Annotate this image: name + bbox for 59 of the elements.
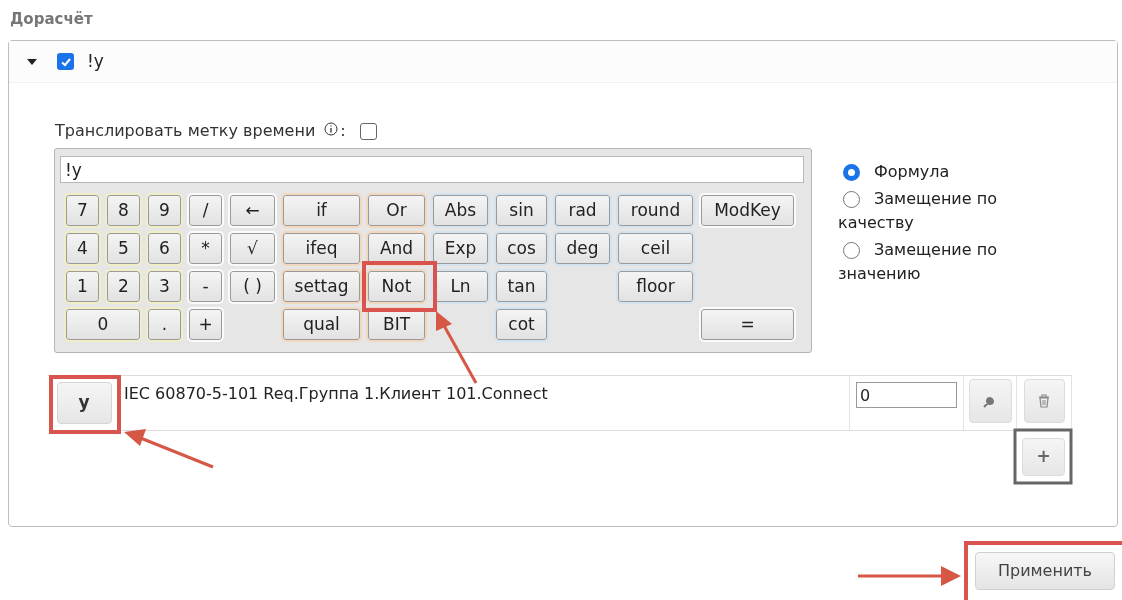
- checkbox[interactable]: [359, 122, 377, 140]
- value-field[interactable]: 0: [856, 382, 957, 408]
- key-button[interactable]: 7: [66, 195, 99, 226]
- key-button[interactable]: floor: [618, 271, 693, 302]
- variable-button[interactable]: y: [56, 382, 112, 424]
- key-button[interactable]: ifeq: [283, 233, 360, 264]
- key-button[interactable]: qual: [283, 309, 360, 340]
- radio-option[interactable]: Замещение по значению: [838, 238, 1038, 286]
- key-button[interactable]: =: [701, 309, 794, 340]
- key-button[interactable]: √: [230, 233, 275, 264]
- key-button[interactable]: cos: [496, 233, 547, 264]
- key-button[interactable]: .: [148, 309, 181, 340]
- key-button[interactable]: deg: [555, 233, 610, 264]
- key-button[interactable]: 3: [148, 271, 181, 302]
- radio-option[interactable]: Замещение по качеству: [838, 187, 1038, 235]
- key-button[interactable]: *: [189, 233, 222, 264]
- key-button[interactable]: Abs: [433, 195, 488, 226]
- key-button[interactable]: Exp: [433, 233, 488, 264]
- key-button[interactable]: ModKey: [701, 195, 794, 226]
- item-name: !y: [87, 49, 104, 73]
- key-button[interactable]: if: [283, 195, 360, 226]
- key-button[interactable]: ←: [230, 195, 275, 226]
- key-button[interactable]: settag: [283, 271, 360, 302]
- key-button[interactable]: +: [189, 309, 222, 340]
- apply-button[interactable]: Применить: [975, 552, 1115, 590]
- key-button[interactable]: sin: [496, 195, 547, 226]
- key-button[interactable]: ceil: [618, 233, 693, 264]
- section-title: Дорасчёт: [10, 9, 94, 30]
- caret-icon[interactable]: [27, 56, 37, 67]
- checkbox[interactable]: [57, 53, 74, 70]
- key-button[interactable]: 1: [66, 271, 99, 302]
- key-button[interactable]: cot: [496, 309, 547, 340]
- key-button[interactable]: Or: [368, 195, 425, 226]
- highlight-frame: [1013, 428, 1073, 485]
- trash-icon: [1038, 394, 1050, 408]
- key-button[interactable]: 4: [66, 233, 99, 264]
- add-button[interactable]: +: [1022, 438, 1065, 476]
- tag-path: IEC 60870-5-101 Req.Группа 1.Клиент 101.Connect: [123, 383, 549, 405]
- key-button[interactable]: tan: [496, 271, 547, 302]
- key-button[interactable]: Ln: [433, 271, 488, 302]
- label-colon: :: [340, 120, 346, 142]
- formula-field[interactable]: !y: [60, 156, 804, 183]
- key-button[interactable]: 0: [66, 309, 140, 340]
- key-button[interactable]: 2: [107, 271, 140, 302]
- key-button[interactable]: 5: [107, 233, 140, 264]
- radio-option[interactable]: Формула: [838, 160, 1038, 184]
- timestamp-label: Транслировать метку времени: [55, 120, 316, 142]
- key-button[interactable]: Not: [368, 271, 425, 302]
- settings-button[interactable]: [968, 379, 1012, 423]
- key-button[interactable]: rad: [555, 195, 610, 226]
- info-icon: [324, 122, 339, 136]
- key-button[interactable]: 6: [148, 233, 181, 264]
- key-button[interactable]: 9: [148, 195, 181, 226]
- highlight-frame: [49, 375, 121, 434]
- key-button[interactable]: ( ): [230, 271, 275, 302]
- key-button[interactable]: 8: [107, 195, 140, 226]
- key-button[interactable]: /: [189, 195, 222, 226]
- key-button[interactable]: -: [189, 271, 222, 302]
- key-button[interactable]: round: [618, 195, 693, 226]
